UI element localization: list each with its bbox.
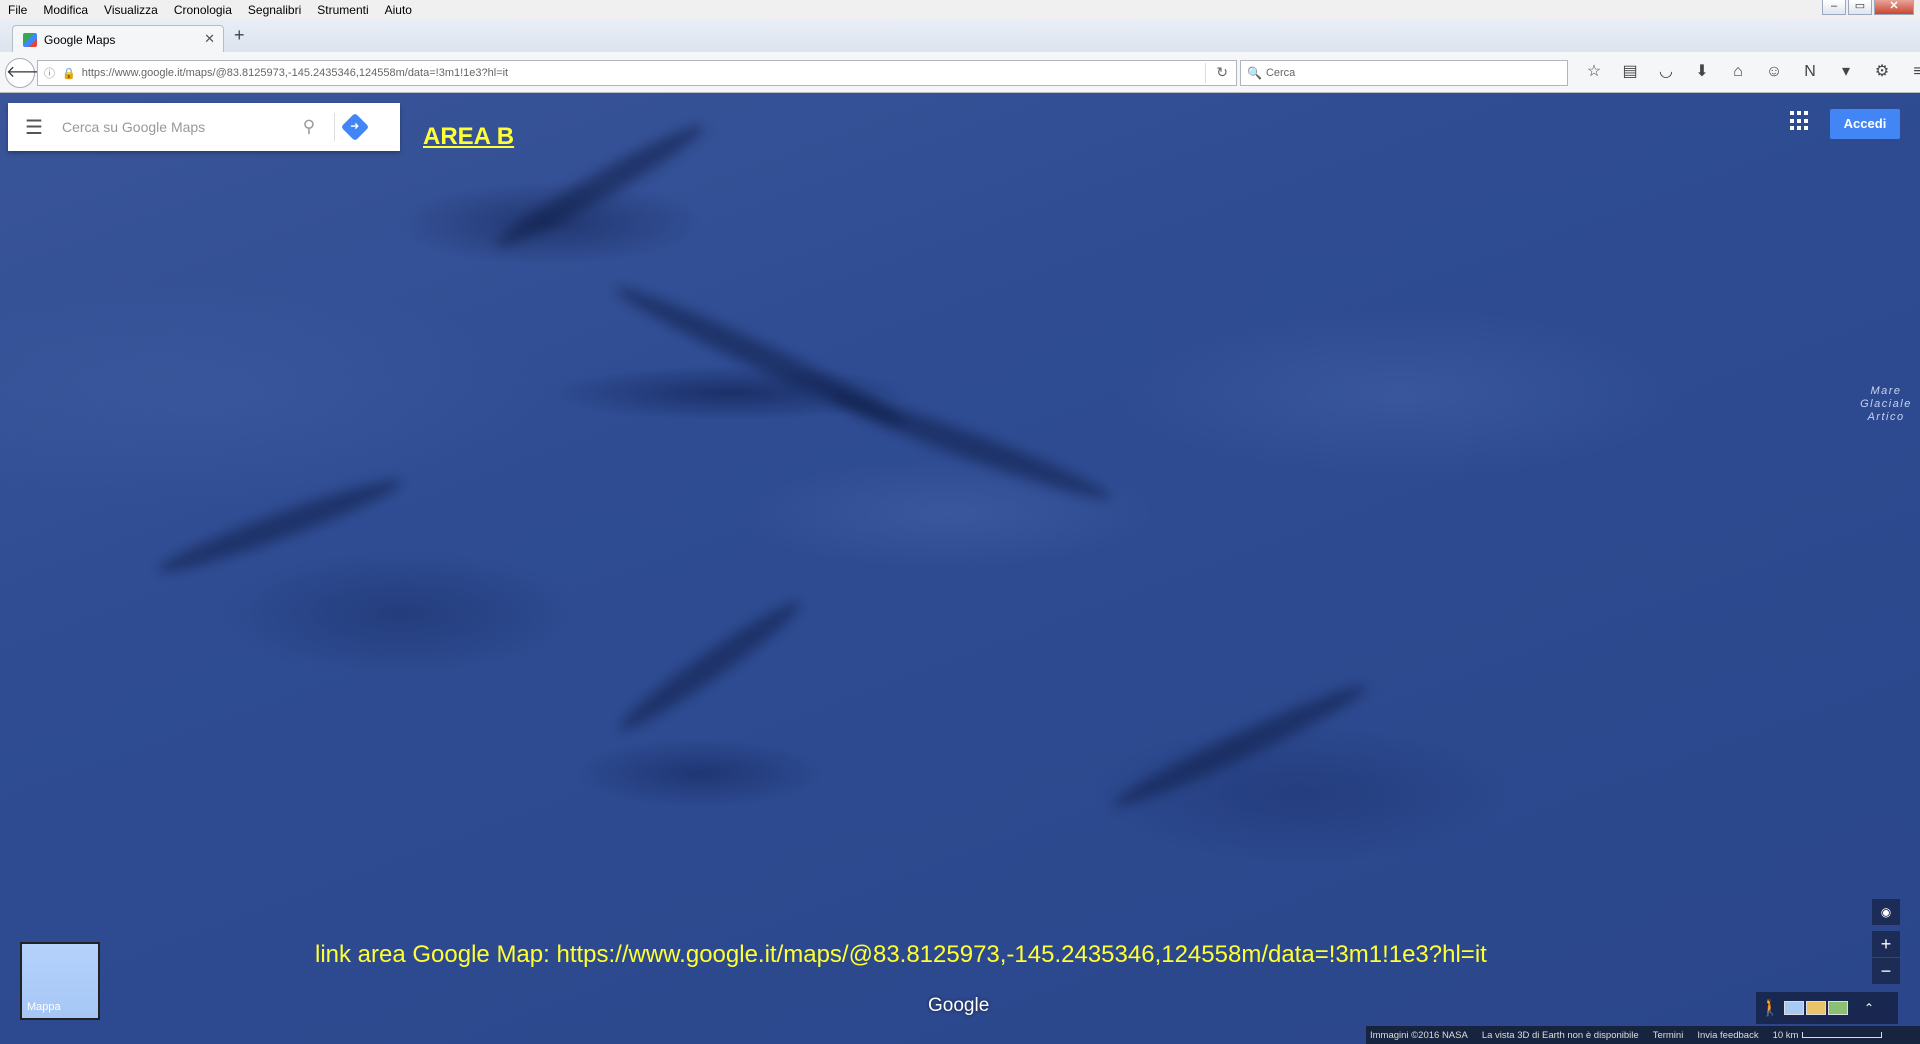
star-icon[interactable]: ☆ bbox=[1576, 62, 1612, 82]
terrain-ridge bbox=[1107, 675, 1373, 817]
browser-toolbar: ☆ ▤ ◡ ⬇ ⌂ ☺ N ▾ ⚙ ≡ bbox=[1576, 62, 1920, 82]
url-separator bbox=[1205, 63, 1206, 83]
extension-icon[interactable]: ⚙ bbox=[1864, 62, 1900, 82]
chat-icon[interactable]: ☺ bbox=[1756, 62, 1792, 82]
tab-title: Google Maps bbox=[44, 32, 116, 47]
lock-icon[interactable]: 🔒 bbox=[62, 67, 76, 80]
minimize-button[interactable]: – bbox=[1822, 0, 1846, 15]
imagery-credit: Immagini ©2016 NASA bbox=[1370, 1029, 1468, 1041]
menu-visualizza[interactable]: Visualizza bbox=[96, 3, 166, 17]
maximize-button[interactable]: ▭ bbox=[1848, 0, 1872, 15]
zoom-in-button[interactable]: + bbox=[1872, 931, 1900, 957]
terrain-ridge bbox=[612, 592, 808, 740]
menu-icon[interactable]: ≡ bbox=[1900, 62, 1920, 82]
sea-label: Mare Glaciale Artico bbox=[1860, 385, 1912, 423]
home-icon[interactable]: ⌂ bbox=[1720, 62, 1756, 82]
sign-in-button[interactable]: Accedi bbox=[1830, 109, 1900, 139]
search-icon[interactable]: ⚲ bbox=[294, 117, 324, 137]
browser-search-bar[interactable]: 🔍 Cerca bbox=[1240, 60, 1568, 86]
my-location-button[interactable]: ◉ bbox=[1872, 899, 1900, 925]
window-controls: – ▭ ✕ bbox=[1822, 0, 1914, 15]
map-layer-toggle[interactable]: Mappa bbox=[20, 942, 100, 1020]
scale-label: 10 km bbox=[1772, 1029, 1799, 1041]
reading-list-icon[interactable]: ▤ bbox=[1612, 62, 1648, 82]
expand-chevron-icon[interactable]: ⌃ bbox=[1864, 1001, 1874, 1015]
menu-bar: File Modifica Visualizza Cronologia Segn… bbox=[0, 0, 1920, 20]
map-viewport[interactable]: ☰ ⚲ ➜ AREA B Accedi Mare Glaciale Artico… bbox=[0, 93, 1920, 1044]
menu-file[interactable]: File bbox=[0, 3, 35, 17]
satellite-thumb-icon[interactable] bbox=[1828, 1001, 1848, 1015]
download-icon[interactable]: ⬇ bbox=[1684, 62, 1720, 82]
browser-search-placeholder: Cerca bbox=[1265, 67, 1296, 79]
map-footer: Immagini ©2016 NASA La vista 3D di Earth… bbox=[1366, 1026, 1920, 1044]
maps-search-input[interactable] bbox=[60, 118, 294, 136]
search-divider bbox=[334, 113, 335, 141]
back-button[interactable]: 🡐 bbox=[5, 58, 49, 88]
dropdown-icon[interactable]: ▾ bbox=[1828, 62, 1864, 82]
scale-line bbox=[1802, 1032, 1883, 1038]
terrain-ridge bbox=[489, 114, 711, 258]
search-engine-icon[interactable]: 🔍 bbox=[1247, 66, 1262, 80]
tab-strip: Google Maps ✕ + bbox=[0, 20, 1920, 53]
address-bar[interactable]: ⓘ 🔒 https://www.google.it/maps/@83.81259… bbox=[37, 60, 1237, 86]
navigation-bar: 🡐 ⓘ 🔒 https://www.google.it/maps/@83.812… bbox=[0, 52, 1920, 93]
bottom-controls: 🚶 ⌃ bbox=[1756, 992, 1898, 1024]
scale-bar[interactable]: 10 km bbox=[1773, 1030, 1883, 1041]
tab-close-icon[interactable]: ✕ bbox=[204, 31, 215, 47]
my-location-icon: ◉ bbox=[1880, 905, 1892, 919]
terrain-ridge bbox=[153, 469, 407, 583]
terms-link[interactable]: Termini bbox=[1653, 1030, 1684, 1041]
layer-label: Mappa bbox=[27, 1001, 61, 1013]
3d-notice: La vista 3D di Earth non è disponibile bbox=[1481, 1029, 1639, 1041]
directions-icon[interactable]: ➜ bbox=[340, 112, 370, 142]
menu-modifica[interactable]: Modifica bbox=[35, 3, 96, 17]
menu-segnalibri[interactable]: Segnalibri bbox=[240, 3, 309, 17]
menu-cronologia[interactable]: Cronologia bbox=[166, 3, 240, 17]
pegman-icon[interactable]: 🚶 bbox=[1756, 998, 1784, 1018]
google-logo: Google bbox=[928, 995, 990, 1016]
area-annotation-title: AREA B bbox=[423, 123, 515, 150]
menu-strumenti[interactable]: Strumenti bbox=[309, 3, 376, 17]
close-window-button[interactable]: ✕ bbox=[1874, 0, 1914, 15]
google-maps-favicon-icon bbox=[23, 32, 37, 47]
terrain-ridge bbox=[824, 382, 1116, 510]
onenote-icon[interactable]: N bbox=[1792, 62, 1828, 82]
tab-google-maps[interactable]: Google Maps ✕ bbox=[12, 25, 224, 53]
maps-search-box: ☰ ⚲ ➜ bbox=[8, 103, 400, 151]
apps-grid-icon[interactable] bbox=[1790, 111, 1810, 131]
new-tab-button[interactable]: + bbox=[234, 25, 245, 46]
pocket-icon[interactable]: ◡ bbox=[1648, 62, 1684, 82]
map-thumb-icon[interactable] bbox=[1784, 1001, 1804, 1015]
zoom-out-button[interactable]: − bbox=[1872, 958, 1900, 984]
info-icon[interactable]: ⓘ bbox=[44, 65, 58, 81]
reload-icon[interactable]: ↻ bbox=[1216, 64, 1228, 81]
url-text[interactable]: https://www.google.it/maps/@83.8125973,-… bbox=[82, 67, 508, 79]
hamburger-menu-icon[interactable]: ☰ bbox=[8, 115, 60, 140]
menu-aiuto[interactable]: Aiuto bbox=[377, 3, 420, 17]
terrain-thumb-icon[interactable] bbox=[1806, 1001, 1826, 1015]
link-caption: link area Google Map: https://www.google… bbox=[315, 941, 1487, 968]
feedback-link[interactable]: Invia feedback bbox=[1697, 1030, 1758, 1041]
